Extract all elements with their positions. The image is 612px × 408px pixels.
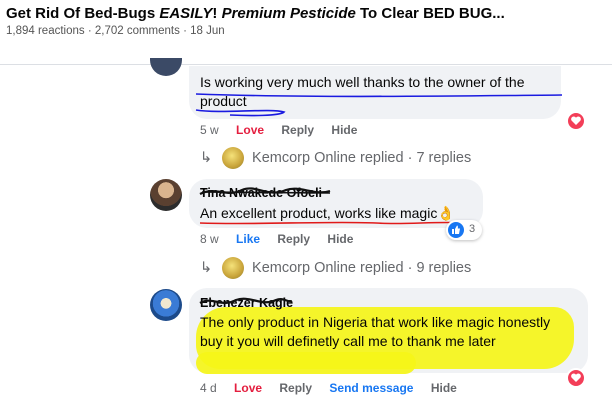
title-part-emphasis: EASILY <box>159 5 213 22</box>
scribble-underline <box>195 93 563 117</box>
replies-text: Kemcorp Online replied · 9 replies <box>252 259 472 276</box>
comment-actions: 8 w Like Reply Hide <box>200 232 367 246</box>
love-reaction-icon[interactable] <box>566 368 586 388</box>
title-part: Get Rid Of Bed-Bugs <box>6 5 160 22</box>
title-part: ! <box>212 5 222 22</box>
avatar[interactable] <box>150 179 182 211</box>
comment-time[interactable]: 8 w <box>200 232 219 246</box>
post-meta: 1,894 reactions · 2,702 comments · 18 Ju… <box>6 25 225 37</box>
reply-button[interactable]: Reply <box>279 381 312 395</box>
title-part-emphasis: Premium Pesticide <box>221 5 356 22</box>
author-scribble <box>199 187 331 196</box>
hide-button[interactable]: Hide <box>431 381 457 395</box>
yellow-highlight <box>196 352 416 374</box>
replies-text: Kemcorp Online replied · 7 replies <box>252 149 472 166</box>
reply-button[interactable]: Reply <box>281 123 314 137</box>
reaction-count-pill[interactable]: 3 <box>446 220 482 240</box>
post-header: Get Rid Of Bed-Bugs EASILY! Premium Pest… <box>0 0 612 64</box>
comment-time[interactable]: 4 d <box>200 381 217 395</box>
comment-time[interactable]: 5 w <box>200 123 219 137</box>
reaction-count: 3 <box>469 223 476 235</box>
replies-link[interactable]: ↳ Kemcorp Online replied · 9 replies <box>200 257 471 279</box>
like-reaction-icon <box>448 222 464 238</box>
scribble-underline <box>199 221 469 225</box>
like-button[interactable]: Like <box>236 232 260 246</box>
replies-link[interactable]: ↳ Kemcorp Online replied · 7 replies <box>200 147 471 169</box>
love-button[interactable]: Love <box>234 381 262 395</box>
avatar[interactable] <box>150 58 182 76</box>
hide-button[interactable]: Hide <box>327 232 353 246</box>
avatar[interactable] <box>150 289 182 321</box>
reply-arrow-icon: ↳ <box>200 259 213 276</box>
comment-text: The only product in Nigeria that work li… <box>200 314 551 349</box>
post-title[interactable]: Get Rid Of Bed-Bugs EASILY! Premium Pest… <box>6 5 505 22</box>
reply-button[interactable]: Reply <box>277 232 310 246</box>
page-avatar <box>222 257 244 279</box>
send-message-button[interactable]: Send message <box>329 381 413 395</box>
comment-actions: 5 w Love Reply Hide <box>200 123 371 137</box>
title-part: To Clear BED BUG... <box>355 5 505 22</box>
page-avatar <box>222 147 244 169</box>
hide-button[interactable]: Hide <box>331 123 357 137</box>
comment-actions: 4 d Love Reply Send message Hide <box>200 381 471 395</box>
love-reaction-icon[interactable] <box>566 111 586 131</box>
divider <box>0 64 612 65</box>
reply-arrow-icon: ↳ <box>200 149 213 166</box>
love-button[interactable]: Love <box>236 123 264 137</box>
author-scribble <box>199 297 293 304</box>
